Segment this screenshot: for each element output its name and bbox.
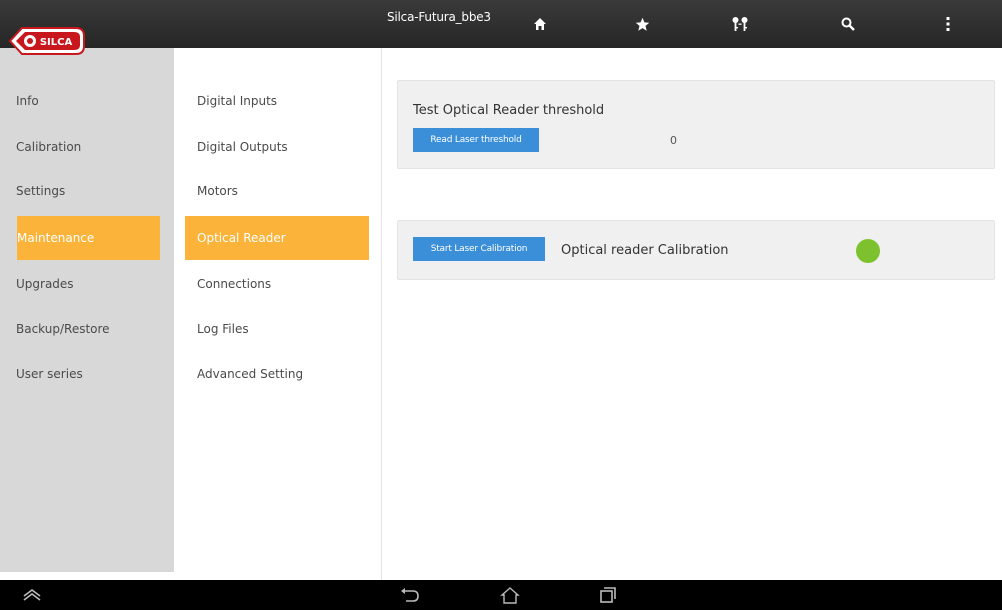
back-icon[interactable] — [398, 584, 422, 606]
top-app-bar: Silca-Futura_bbe3 — [0, 0, 1002, 48]
submenu-item-motors[interactable]: Motors — [185, 169, 369, 213]
device-name: Silca-Futura_bbe3 — [387, 10, 491, 24]
submenu-item-connections[interactable]: Connections — [185, 262, 369, 306]
threshold-title: Test Optical Reader threshold — [413, 103, 605, 118]
sidebar-item-user-series[interactable]: User series — [0, 352, 174, 396]
recent-apps-icon[interactable] — [596, 584, 620, 606]
threshold-panel: Test Optical Reader threshold Read Laser… — [397, 80, 995, 169]
maintenance-submenu: Digital Inputs Digital Outputs Motors Op… — [174, 48, 382, 580]
sidebar-item-upgrades[interactable]: Upgrades — [0, 262, 174, 306]
read-laser-threshold-button[interactable]: Read Laser threshold — [413, 128, 539, 152]
overflow-menu-icon[interactable] — [936, 12, 960, 36]
calibration-status-indicator — [856, 239, 880, 263]
main-sidebar: Info Calibration Settings Maintenance Up… — [0, 48, 174, 572]
calibration-panel: Start Laser Calibration Optical reader C… — [397, 220, 995, 280]
star-icon[interactable] — [630, 12, 654, 36]
recent-apps-up-icon[interactable] — [20, 584, 44, 606]
sidebar-item-info[interactable]: Info — [0, 79, 174, 123]
logo-text: SILCA — [40, 37, 73, 48]
submenu-item-advanced-setting[interactable]: Advanced Setting — [185, 352, 369, 396]
sidebar-item-settings[interactable]: Settings — [0, 169, 174, 213]
threshold-value: 0 — [670, 134, 677, 147]
calibration-label: Optical reader Calibration — [561, 243, 729, 258]
submenu-item-log-files[interactable]: Log Files — [185, 307, 369, 351]
keys-icon[interactable] — [728, 12, 752, 36]
submenu-item-optical-reader[interactable]: Optical Reader — [185, 216, 369, 260]
sidebar-item-calibration[interactable]: Calibration — [0, 125, 174, 169]
sidebar-item-maintenance[interactable]: Maintenance — [17, 216, 160, 260]
home-outline-icon[interactable] — [498, 584, 522, 606]
system-navigation-bar — [0, 580, 1002, 610]
start-laser-calibration-button[interactable]: Start Laser Calibration — [413, 237, 545, 261]
submenu-item-digital-inputs[interactable]: Digital Inputs — [185, 79, 369, 123]
submenu-item-digital-outputs[interactable]: Digital Outputs — [185, 125, 369, 169]
silca-logo: SILCA — [6, 24, 90, 58]
sidebar-item-backup-restore[interactable]: Backup/Restore — [0, 307, 174, 351]
search-icon[interactable] — [836, 12, 860, 36]
home-icon[interactable] — [528, 12, 552, 36]
